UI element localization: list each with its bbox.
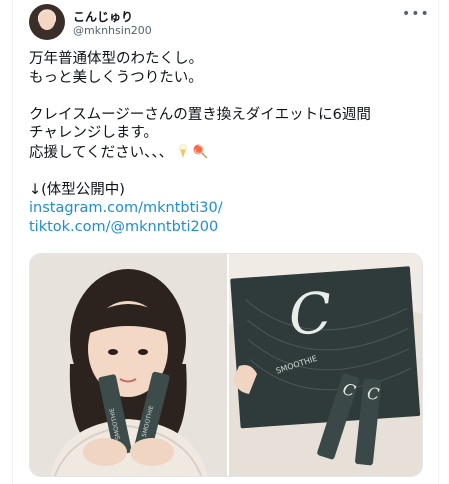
instagram-link-line: instagram.com/mkntbti30/	[29, 199, 424, 218]
tiktok-link[interactable]: tiktok.com/@mknntbti200	[29, 219, 218, 235]
tweet-line: 応援してください、、、	[29, 144, 174, 161]
tweet-line-break	[29, 87, 424, 106]
display-name[interactable]: こんじゅり	[73, 8, 133, 25]
tweet-header: こんじゅり @mknhsin200 •••	[29, 4, 429, 44]
lollipop-icon	[193, 144, 208, 158]
tweet-line: ↓(体型公開中)	[29, 181, 125, 198]
more-options-icon[interactable]: •••	[402, 6, 429, 22]
tweet-line-break	[29, 162, 424, 181]
media-grid: SMOOTHIE SMOOTHIE C SMOOTHIE C C	[29, 253, 423, 477]
tweet-line: 万年普通体型のわたくし。	[29, 51, 203, 67]
selfie-illustration: SMOOTHIE SMOOTHIE	[30, 254, 227, 476]
svg-text:C: C	[287, 281, 334, 349]
tweet-line: もっと美しくうつりたい。	[29, 69, 203, 86]
soft-ice-cream-icon	[179, 143, 187, 158]
tweet-line: クレイスムージーさんの置き換えダイエットに6週間	[29, 106, 371, 123]
tiktok-link-line: tiktok.com/@mknntbti200	[29, 218, 424, 237]
tweet-text: 万年普通体型のわたくし。 もっと美しくうつりたい。 クレイスムージーさんの置き換…	[29, 50, 424, 236]
svg-text:C: C	[366, 384, 380, 404]
product-photo[interactable]: C SMOOTHIE C C	[229, 254, 422, 476]
tweet-line: チャレンジします。	[29, 125, 158, 141]
tweet-line-with-emoji: 応援してください、、、	[29, 143, 424, 163]
selfie-photo[interactable]: SMOOTHIE SMOOTHIE	[30, 254, 227, 476]
tweet-card: こんじゅり @mknhsin200 ••• 万年普通体型のわたくし。 もっと美し…	[12, 0, 439, 484]
instagram-link[interactable]: instagram.com/mkntbti30/	[29, 200, 223, 216]
avatar[interactable]	[29, 4, 65, 40]
handle[interactable]: @mknhsin200	[73, 24, 152, 37]
product-illustration: C SMOOTHIE C C	[229, 254, 422, 476]
